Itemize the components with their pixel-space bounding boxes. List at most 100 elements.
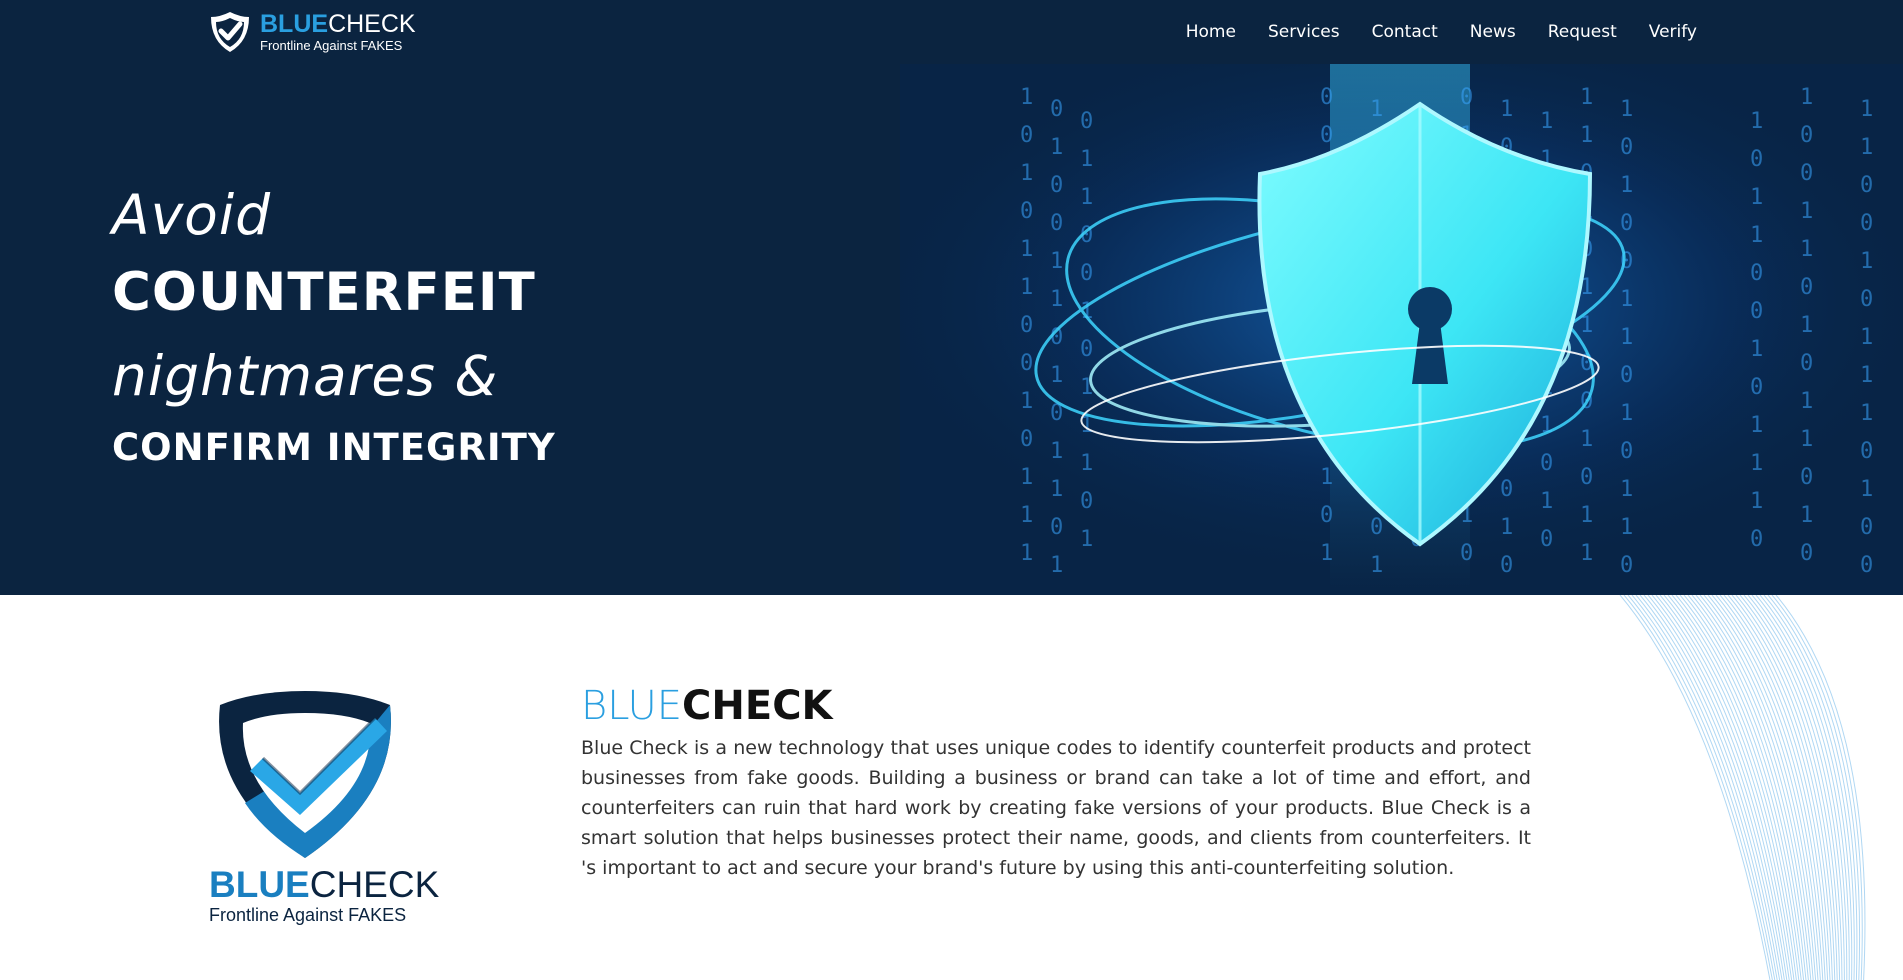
binary-digit: 0 (1320, 503, 1333, 528)
binary-digit: 0 (1860, 515, 1873, 540)
wave-line (1619, 595, 1771, 980)
nav-link-contact[interactable]: Contact (1372, 22, 1438, 42)
binary-digit: 0 (1860, 211, 1873, 236)
binary-digit: 0 (1750, 261, 1763, 286)
binary-digit: 0 (1080, 337, 1093, 362)
binary-digit: 0 (1800, 123, 1813, 148)
hero-line-nightmares: nightmares & (112, 344, 499, 408)
binary-digit: 1 (1020, 85, 1033, 110)
binary-digit: 0 (1020, 351, 1033, 376)
binary-digit: 1 (1050, 363, 1063, 388)
binary-digit: 0 (1620, 439, 1633, 464)
binary-digit: 0 (1540, 527, 1553, 552)
binary-digit: 0 (1800, 541, 1813, 566)
nav-link-request[interactable]: Request (1548, 22, 1617, 42)
binary-digit: 1 (1800, 427, 1813, 452)
binary-digit: 1 (1800, 313, 1813, 338)
binary-digit: 0 (1050, 173, 1063, 198)
binary-digit: 1 (1580, 427, 1593, 452)
binary-digit: 1 (1500, 515, 1513, 540)
binary-digit: 1 (1620, 401, 1633, 426)
main-nav: Home Services Contact News Request Verif… (1186, 0, 1697, 64)
wave-line (1691, 595, 1814, 980)
binary-digit: 0 (1860, 553, 1873, 578)
binary-digit: 0 (1800, 351, 1813, 376)
about-heading: BLUECHECK (581, 683, 833, 729)
security-shield-illustration: 1010110010111010011010110101100101110100… (900, 64, 1903, 595)
binary-digit: 1 (1580, 123, 1593, 148)
binary-digit: 1 (1080, 451, 1093, 476)
binary-digit: 1 (1020, 503, 1033, 528)
binary-digit: 1 (1800, 237, 1813, 262)
binary-digit: 0 (1750, 147, 1763, 172)
binary-digit: 0 (1080, 109, 1093, 134)
binary-digit: 0 (1800, 161, 1813, 186)
logo-wordmark: BLUECHECK (209, 864, 440, 905)
binary-digit: 1 (1050, 553, 1063, 578)
binary-digit: 1 (1860, 363, 1873, 388)
nav-link-verify[interactable]: Verify (1649, 22, 1697, 42)
top-navbar: BLUECHECK Frontline Against FAKES Home S… (0, 0, 1903, 64)
wave-line (1627, 595, 1776, 980)
binary-digit: 0 (1800, 465, 1813, 490)
nav-link-home[interactable]: Home (1186, 22, 1236, 42)
logo-tagline: Frontline Against FAKES (209, 905, 407, 925)
binary-digit: 1 (1750, 109, 1763, 134)
binary-digit: 0 (1460, 541, 1473, 566)
binary-digit: 1 (1370, 97, 1383, 122)
brand-logo-link[interactable]: BLUECHECK Frontline Against FAKES (207, 9, 416, 55)
binary-digit: 1 (1620, 515, 1633, 540)
binary-digit: 1 (1800, 199, 1813, 224)
binary-digit: 1 (1020, 237, 1033, 262)
binary-digit: 1 (1750, 185, 1763, 210)
binary-digit: 1 (1050, 477, 1063, 502)
binary-digit: 1 (1860, 401, 1873, 426)
binary-digit: 1 (1050, 287, 1063, 312)
binary-digit: 1 (1750, 451, 1763, 476)
binary-digit: 0 (1080, 261, 1093, 286)
binary-digit: 0 (1370, 515, 1383, 540)
binary-digit: 0 (1860, 287, 1873, 312)
binary-digit: 1 (1750, 223, 1763, 248)
binary-digit: 0 (1800, 275, 1813, 300)
hero-line-confirm-integrity: CONFIRM INTEGRITY (112, 426, 556, 469)
binary-digit: 1 (1080, 527, 1093, 552)
binary-digit: 0 (1860, 439, 1873, 464)
binary-digit: 1 (1800, 85, 1813, 110)
binary-digit: 1 (1860, 477, 1873, 502)
binary-digit: 0 (1620, 363, 1633, 388)
binary-digit: 0 (1020, 427, 1033, 452)
nav-link-news[interactable]: News (1470, 22, 1516, 42)
binary-digit: 0 (1320, 85, 1333, 110)
binary-digit: 0 (1860, 173, 1873, 198)
binary-digit: 0 (1540, 451, 1553, 476)
binary-digit: 0 (1620, 211, 1633, 236)
binary-digit: 1 (1370, 553, 1383, 578)
binary-digit: 0 (1050, 211, 1063, 236)
hero-line-counterfeit: COUNTERFEIT (112, 262, 536, 323)
binary-digit: 0 (1750, 375, 1763, 400)
binary-digit: 1 (1580, 503, 1593, 528)
decorative-wave-lines (1619, 595, 1866, 980)
binary-digit: 1 (1800, 503, 1813, 528)
binary-digit: 1 (1050, 135, 1063, 160)
binary-digit: 1 (1020, 389, 1033, 414)
binary-digit: 1 (1020, 465, 1033, 490)
binary-digit: 0 (1500, 477, 1513, 502)
binary-digit: 0 (1080, 489, 1093, 514)
binary-digit: 1 (1580, 541, 1593, 566)
binary-digit: 0 (1020, 123, 1033, 148)
binary-digit: 1 (1540, 109, 1553, 134)
hero-line-avoid: Avoid (112, 183, 272, 247)
binary-digit: 0 (1020, 313, 1033, 338)
binary-digit: 1 (1750, 337, 1763, 362)
brand-name: BLUECHECK (260, 10, 416, 38)
binary-digit: 0 (1020, 199, 1033, 224)
binary-digit: 1 (1620, 97, 1633, 122)
binary-digit: 1 (1500, 97, 1513, 122)
binary-digit: 1 (1750, 489, 1763, 514)
binary-digit: 0 (1050, 97, 1063, 122)
binary-digit: 0 (1750, 527, 1763, 552)
nav-link-services[interactable]: Services (1268, 22, 1340, 42)
binary-digit: 1 (1800, 389, 1813, 414)
